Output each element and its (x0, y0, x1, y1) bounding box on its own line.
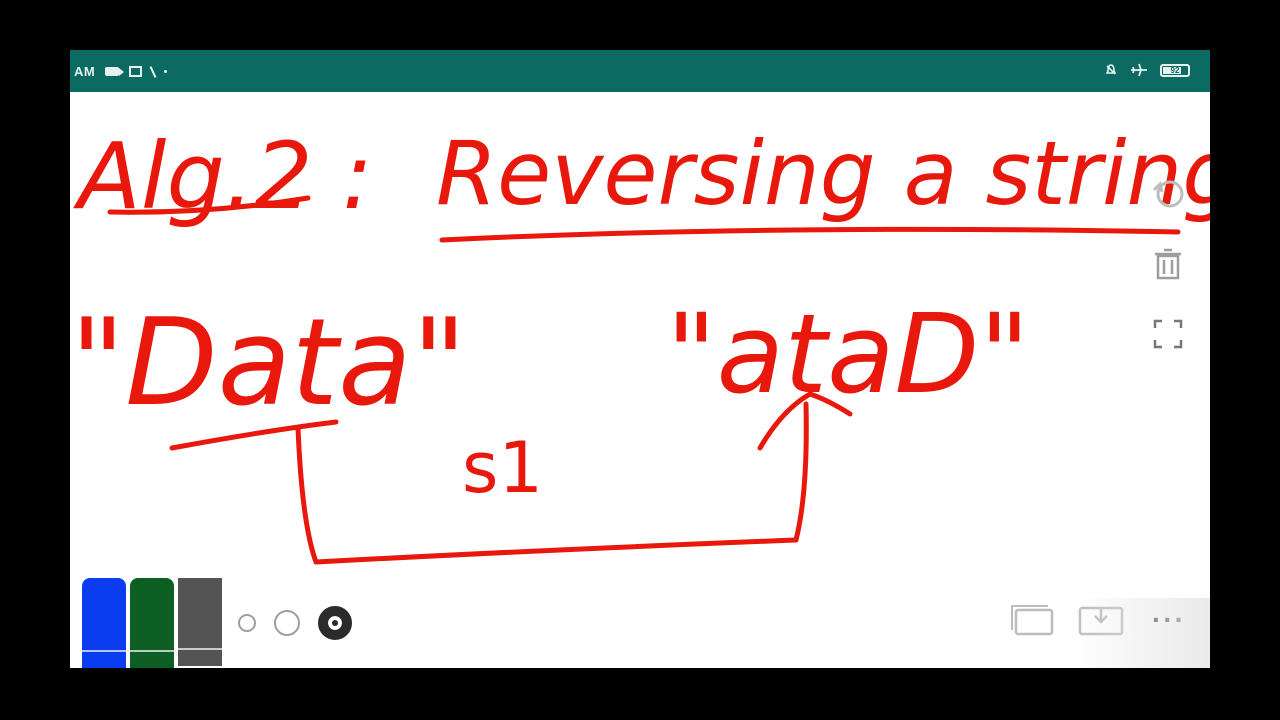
connector-label: s1 (462, 427, 543, 509)
side-toolbar (1148, 174, 1188, 354)
fullscreen-icon (1153, 319, 1183, 349)
tablet-screen: AM 92 Alg.2 : Reversing a string "Data" … (70, 50, 1210, 668)
time-suffix: AM (74, 64, 96, 79)
pen-size-small[interactable] (238, 614, 256, 632)
battery-level: 92 (1170, 65, 1180, 75)
image-icon (129, 66, 143, 77)
glare-overlay (1070, 598, 1210, 668)
mute-icon (1105, 64, 1117, 75)
pen-size-medium[interactable] (274, 610, 300, 636)
airplane-icon (1131, 63, 1147, 77)
slash-icon (149, 65, 157, 78)
color-swatch-green[interactable] (130, 578, 174, 668)
fullscreen-button[interactable] (1148, 314, 1188, 354)
battery-icon: 92 (1160, 63, 1190, 77)
pages-icon (1011, 605, 1054, 636)
undo-icon (1152, 180, 1184, 208)
color-swatch-gray[interactable] (178, 578, 222, 666)
undo-button[interactable] (1148, 174, 1188, 214)
pen-size-large[interactable] (318, 606, 352, 640)
whiteboard-title: Reversing a string (436, 122, 1210, 225)
left-word: "Data" (70, 294, 467, 433)
dot-icon (164, 70, 168, 73)
status-right: 92 (1104, 63, 1190, 77)
video-camera-icon (105, 67, 125, 76)
delete-icon (1155, 248, 1181, 280)
color-palette (82, 578, 222, 668)
pen-size-picker (238, 606, 352, 640)
status-bar: AM 92 (70, 50, 1210, 92)
delete-button[interactable] (1148, 244, 1188, 284)
status-left: AM (74, 64, 168, 79)
ink-layer: Alg.2 : Reversing a string "Data" "ataD"… (70, 122, 1210, 565)
title-underline (439, 226, 1181, 243)
pages-button[interactable] (1010, 602, 1056, 638)
right-word: "ataD" (666, 290, 1030, 418)
color-swatch-blue[interactable] (82, 578, 126, 668)
whiteboard-canvas[interactable]: Alg.2 : Reversing a string "Data" "ataD"… (70, 92, 1210, 668)
